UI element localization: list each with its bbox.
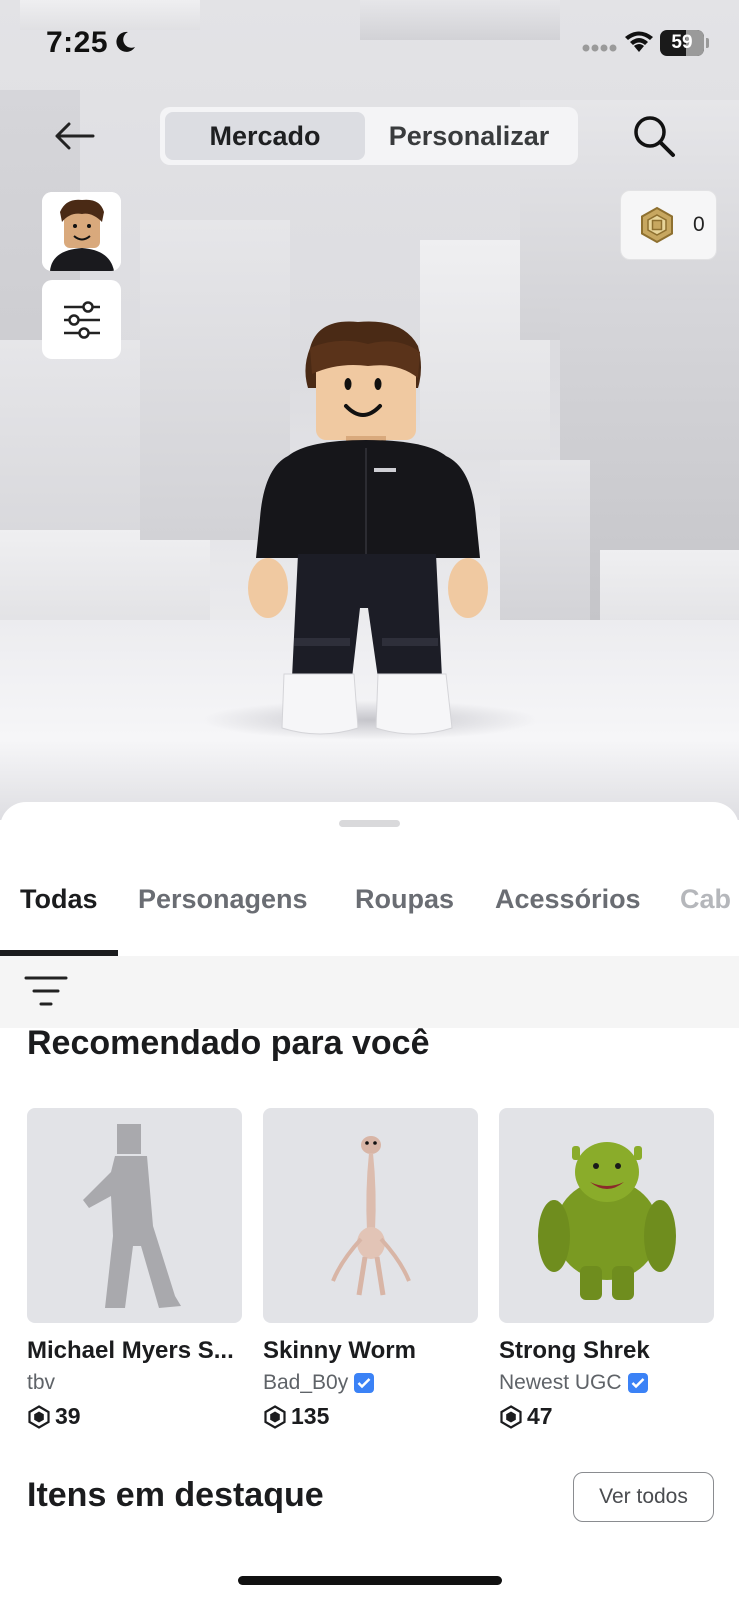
filter-bar bbox=[0, 956, 739, 1028]
status-time: 7:25 bbox=[46, 26, 109, 59]
home-indicator[interactable] bbox=[238, 1576, 502, 1585]
price-value: 39 bbox=[55, 1403, 81, 1429]
item-name: Strong Shrek bbox=[499, 1337, 650, 1364]
price-value: 135 bbox=[291, 1403, 330, 1429]
signal-dots-icon bbox=[582, 44, 617, 52]
filter-icon[interactable] bbox=[24, 974, 68, 1008]
search-icon bbox=[634, 116, 675, 157]
market-customize-toggle[interactable]: Mercado Personalizar bbox=[160, 107, 578, 165]
item-thumbnail bbox=[27, 1108, 242, 1323]
status-bar: 7:25 59 bbox=[0, 0, 739, 90]
see-all-button[interactable]: Ver todos bbox=[573, 1472, 714, 1522]
sheet-grabber[interactable] bbox=[339, 820, 400, 827]
background-block bbox=[500, 460, 590, 630]
sliders-icon bbox=[63, 300, 100, 339]
category-tabs: Todas Personagens Roupas Acessórios Cab bbox=[0, 854, 739, 956]
item-creator: tbv bbox=[27, 1371, 242, 1395]
price-value: 47 bbox=[527, 1403, 553, 1429]
item-creator: Bad_B0y bbox=[263, 1371, 478, 1395]
robux-icon bbox=[264, 1404, 286, 1429]
creator-name: Bad_B0y bbox=[263, 1371, 349, 1394]
tab-roupas[interactable]: Roupas bbox=[355, 884, 454, 915]
item-price: 39 bbox=[27, 1403, 242, 1430]
search-button[interactable] bbox=[626, 108, 682, 164]
tab-mercado[interactable]: Mercado bbox=[165, 112, 365, 160]
item-price: 135 bbox=[263, 1403, 478, 1430]
creator-name: Newest UGC bbox=[499, 1371, 622, 1394]
robux-icon bbox=[500, 1404, 522, 1429]
catalog-sheet[interactable]: Todas Personagens Roupas Acessórios Cab … bbox=[0, 802, 739, 1600]
featured-title: Itens em destaque bbox=[27, 1476, 324, 1514]
robux-balance[interactable]: 0 bbox=[620, 190, 717, 260]
item-thumbnail bbox=[499, 1108, 714, 1323]
arrow-left-icon bbox=[55, 122, 95, 150]
creator-name: tbv bbox=[27, 1371, 56, 1394]
tab-todas[interactable]: Todas bbox=[20, 884, 98, 915]
tab-personalizar[interactable]: Personalizar bbox=[365, 112, 573, 160]
verified-badge-icon bbox=[627, 1373, 648, 1393]
avatar-settings-button[interactable] bbox=[42, 280, 121, 359]
item-price: 47 bbox=[499, 1403, 714, 1430]
wifi-icon bbox=[625, 31, 653, 52]
tab-acessorios[interactable]: Acessórios bbox=[495, 884, 641, 915]
item-card[interactable]: Strong Shrek Newest UGC 47 bbox=[499, 1108, 714, 1430]
avatar-figure bbox=[248, 321, 488, 735]
tab-personagens[interactable]: Personagens bbox=[138, 884, 308, 915]
item-card[interactable]: Skinny Worm Bad_B0y 135 bbox=[263, 1108, 478, 1430]
item-creator: Newest UGC bbox=[499, 1371, 714, 1395]
battery-level: 59 bbox=[671, 32, 693, 53]
item-card[interactable]: Michael Myers S... tbv 39 bbox=[27, 1108, 242, 1430]
avatar-headshot bbox=[42, 192, 121, 271]
robux-icon bbox=[28, 1404, 50, 1429]
skinny-worm-figure bbox=[330, 1135, 411, 1295]
avatar-headshot-button[interactable] bbox=[42, 192, 121, 271]
item-name: Skinny Worm bbox=[263, 1337, 416, 1364]
recommended-title: Recomendado para você bbox=[27, 1024, 430, 1062]
item-thumbnail bbox=[263, 1108, 478, 1323]
robux-amount: 0 bbox=[693, 213, 705, 236]
battery-icon: 59 bbox=[660, 30, 704, 56]
moon-icon bbox=[116, 31, 135, 52]
item-name: Michael Myers S... bbox=[27, 1337, 234, 1364]
strong-shrek-figure bbox=[537, 1141, 676, 1300]
verified-badge-icon bbox=[354, 1373, 375, 1393]
robux-icon bbox=[641, 206, 673, 244]
back-button[interactable] bbox=[50, 112, 98, 160]
battery-tip bbox=[706, 38, 709, 48]
tab-cabeca[interactable]: Cab bbox=[680, 884, 731, 915]
emote-silhouette-icon bbox=[82, 1123, 181, 1308]
